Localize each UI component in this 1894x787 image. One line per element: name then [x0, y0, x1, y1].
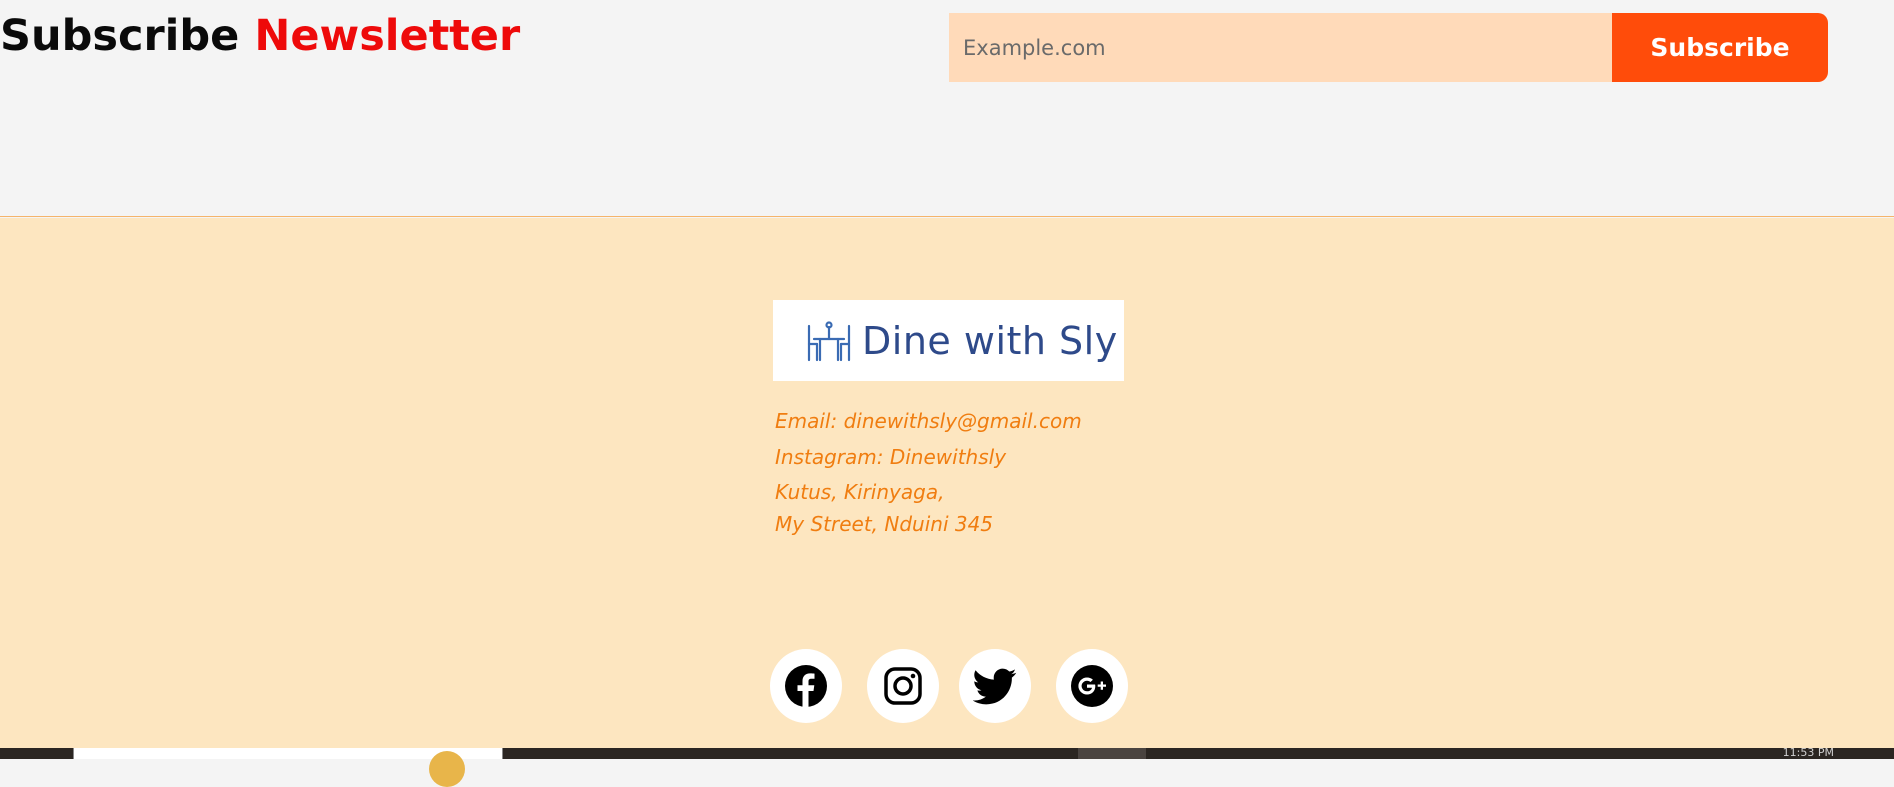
- dining-table-icon: [806, 320, 852, 362]
- newsletter-heading: Subscribe Newsletter: [0, 10, 520, 62]
- newsletter-heading-subscribe: Subscribe: [0, 11, 240, 61]
- contact-instagram: Instagram: Dinewithsly: [775, 445, 1007, 469]
- footer-logo: Dine with Sly: [773, 300, 1124, 381]
- facebook-link[interactable]: [770, 649, 842, 723]
- instagram-icon: [884, 667, 922, 705]
- contact-email: Email: dinewithsly@gmail.com: [775, 409, 1082, 433]
- newsletter-section: Subscribe Newsletter Subscribe: [0, 0, 1894, 217]
- google-plus-icon: [1071, 665, 1113, 707]
- newsletter-heading-newsletter: Newsletter: [254, 11, 521, 61]
- taskbar-active-slot[interactable]: [1078, 748, 1146, 759]
- logo-text: Dine with Sly: [862, 318, 1118, 363]
- contact-address-line1: Kutus, Kirinyaga,: [775, 480, 945, 504]
- twitter-icon: [973, 668, 1017, 705]
- facebook-icon: [785, 665, 827, 707]
- site-footer: Dine with Sly Email: dinewithsly@gmail.c…: [0, 218, 1894, 748]
- os-taskbar: 11:53 PM: [0, 746, 1894, 787]
- subscribe-button[interactable]: Subscribe: [1612, 13, 1828, 82]
- newsletter-form: Subscribe: [949, 13, 1828, 82]
- instagram-link[interactable]: [867, 649, 939, 723]
- taskbar-app-icon: [429, 751, 465, 787]
- newsletter-email-input[interactable]: [949, 13, 1612, 82]
- google-plus-link[interactable]: [1056, 649, 1128, 723]
- taskbar-clock: 11:53 PM: [1782, 746, 1834, 759]
- taskbar-window-thumbnail[interactable]: [73, 748, 503, 787]
- twitter-link[interactable]: [959, 649, 1031, 723]
- contact-address-line2: My Street, Nduini 345: [775, 512, 994, 536]
